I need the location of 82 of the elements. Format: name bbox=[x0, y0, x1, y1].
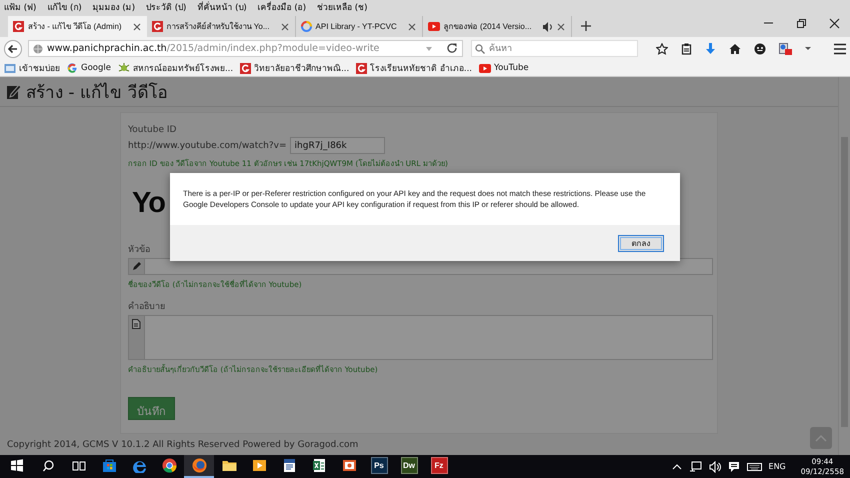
menu-item[interactable]: ประวัติ (ป) bbox=[146, 0, 186, 14]
gcms-logo-icon bbox=[13, 21, 24, 32]
firefox-icon bbox=[192, 458, 206, 473]
network-icon[interactable] bbox=[688, 461, 702, 472]
gcms-logo-icon bbox=[152, 21, 163, 32]
youtube-icon bbox=[479, 62, 492, 74]
bookmark-link[interactable]: เข้าชมบ่อย bbox=[4, 61, 60, 75]
close-icon[interactable] bbox=[280, 22, 290, 32]
ok-button[interactable]: ตกลง bbox=[618, 234, 664, 252]
google-logo-icon bbox=[67, 62, 78, 74]
url-prefix: http://www.youtube.com/watch?v= bbox=[128, 140, 287, 150]
media-player-icon bbox=[252, 458, 266, 473]
task-view-icon[interactable] bbox=[72, 460, 86, 472]
pdf-tool-icon[interactable] bbox=[779, 42, 792, 54]
menu-item[interactable]: แก้ไข (ก) bbox=[47, 0, 82, 14]
description-field[interactable] bbox=[128, 315, 713, 360]
chat-icon[interactable] bbox=[754, 42, 766, 54]
download-icon[interactable] bbox=[705, 42, 716, 54]
youtube-logo: Yo bbox=[132, 189, 165, 218]
field-label: คำอธิบาย bbox=[128, 300, 165, 313]
search-icon[interactable] bbox=[43, 460, 55, 472]
page-title: สร้าง - แก้ไข วีดีโอ bbox=[26, 82, 168, 105]
presentation-icon bbox=[342, 458, 356, 473]
menu-icon[interactable] bbox=[834, 42, 846, 54]
close-icon[interactable] bbox=[132, 22, 142, 32]
restore-icon[interactable] bbox=[796, 18, 807, 29]
home-icon[interactable] bbox=[729, 42, 741, 54]
menu-item[interactable]: ช่วยเหลือ (ช) bbox=[317, 0, 368, 14]
new-tab-icon[interactable] bbox=[580, 20, 592, 32]
pencil-icon bbox=[132, 262, 141, 271]
footer-text: Copyright 2014, GCMS V 10.1.2 All Rights Reserved Powered by Goragod.com bbox=[7, 440, 360, 450]
taskbar-button[interactable]: Ps bbox=[364, 455, 394, 478]
keyboard-icon[interactable] bbox=[746, 462, 762, 472]
menu-item[interactable]: ที่คั่นหน้า (บ) bbox=[197, 0, 247, 14]
dropdown-icon[interactable] bbox=[805, 46, 811, 51]
bookmark-link[interactable]: วิทยาลัยอาชีวศึกษาพณิ... bbox=[240, 61, 350, 75]
clipboard-icon[interactable] bbox=[681, 42, 692, 54]
volume-icon[interactable] bbox=[708, 460, 721, 472]
taskbar-button[interactable]: Dw bbox=[394, 455, 424, 478]
taskbar-button[interactable]: Fz bbox=[424, 455, 454, 478]
store-icon bbox=[102, 458, 116, 473]
close-icon[interactable] bbox=[406, 22, 417, 32]
edit-document-icon bbox=[6, 83, 22, 100]
bookmark-link[interactable]: Google bbox=[67, 62, 111, 74]
bookmark-folder-icon bbox=[4, 62, 16, 74]
close-icon[interactable] bbox=[556, 22, 566, 32]
chevron-up-icon[interactable] bbox=[672, 462, 682, 470]
bookmark-star-icon[interactable] bbox=[656, 42, 668, 54]
search-icon bbox=[475, 44, 485, 54]
menu-item[interactable]: เครื่องมือ (อ) bbox=[258, 0, 306, 14]
browser-tab[interactable]: สร้าง - แก้ไข วีดีโอ (Admin) bbox=[8, 16, 147, 37]
notification-icon[interactable] bbox=[728, 460, 740, 472]
menu-item[interactable]: แฟ้ม (ฟ) bbox=[4, 0, 36, 14]
scrollbar[interactable] bbox=[838, 77, 850, 455]
field-label: Youtube ID bbox=[128, 125, 176, 135]
youtube-icon bbox=[428, 21, 440, 32]
search-field[interactable]: ค้นหา bbox=[471, 40, 638, 57]
menu-item[interactable]: มุมมอง (ม) bbox=[92, 0, 136, 14]
bug-icon bbox=[118, 62, 130, 74]
youtube-id-field[interactable]: ihgR7j_I86k bbox=[290, 137, 385, 154]
document-icon bbox=[282, 458, 296, 473]
bookmark-link[interactable]: สหกรณ์ออมทรัพย์โรงพย... bbox=[118, 61, 234, 75]
cloud-logo-icon bbox=[300, 21, 312, 32]
taskbar-button[interactable] bbox=[184, 455, 214, 478]
bookmark-link[interactable]: โรงเรียนหทัยชาติ อำเภอ... bbox=[356, 61, 472, 75]
field-label: หัวข้อ bbox=[128, 244, 150, 256]
gcms-logo-icon bbox=[240, 62, 252, 74]
windows-start-icon[interactable] bbox=[11, 459, 23, 472]
address-field[interactable]: www.panichprachin.ac.th/2015/admin/index.php?module=video-write bbox=[28, 40, 463, 57]
document-icon bbox=[132, 319, 141, 329]
reload-icon[interactable] bbox=[447, 43, 458, 54]
gcms-logo-icon bbox=[356, 62, 368, 74]
chevron-up-icon bbox=[815, 434, 827, 442]
back-icon[interactable] bbox=[4, 40, 22, 58]
language-indicator[interactable]: ENG bbox=[768, 462, 786, 471]
chrome-icon bbox=[162, 458, 176, 473]
folder-icon bbox=[222, 458, 236, 473]
close-icon[interactable] bbox=[829, 18, 840, 29]
globe-icon bbox=[33, 44, 43, 54]
bookmark-link[interactable]: YouTube bbox=[479, 62, 529, 74]
spreadsheet-icon bbox=[312, 458, 326, 473]
url-text: www.panichprachin.ac.th/2015/admin/index.php?module=video-write bbox=[47, 43, 380, 54]
